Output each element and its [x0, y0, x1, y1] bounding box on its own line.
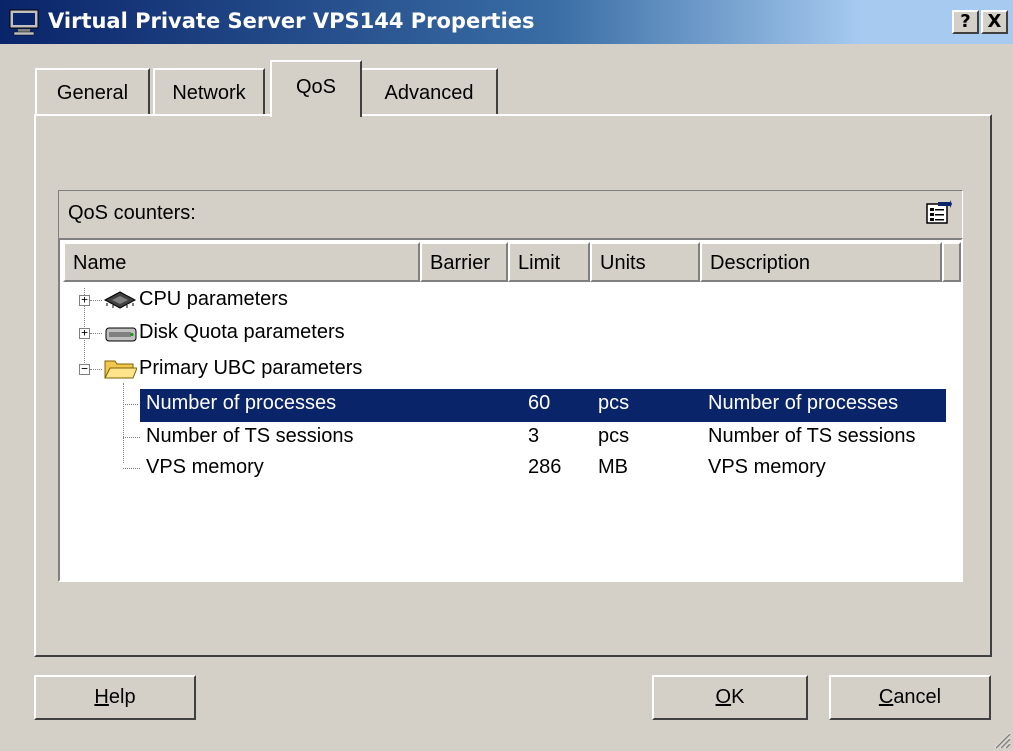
close-button[interactable]: X — [981, 10, 1008, 34]
cancel-button[interactable]: Cancel — [829, 675, 991, 720]
ok-button[interactable]: OK — [652, 675, 808, 720]
tab-panel-qos — [34, 114, 992, 657]
computer-icon — [9, 9, 39, 36]
tab-qos[interactable]: QoS — [270, 60, 362, 117]
tab-network[interactable]: Network — [153, 68, 265, 114]
resize-grip-icon[interactable] — [989, 727, 1011, 749]
window-title: Virtual Private Server VPS144 Properties — [48, 9, 535, 33]
help-button[interactable]: Help — [34, 675, 196, 720]
tab-advanced[interactable]: Advanced — [360, 68, 498, 114]
tab-general[interactable]: General — [35, 68, 150, 114]
context-help-button[interactable]: ? — [952, 10, 979, 34]
